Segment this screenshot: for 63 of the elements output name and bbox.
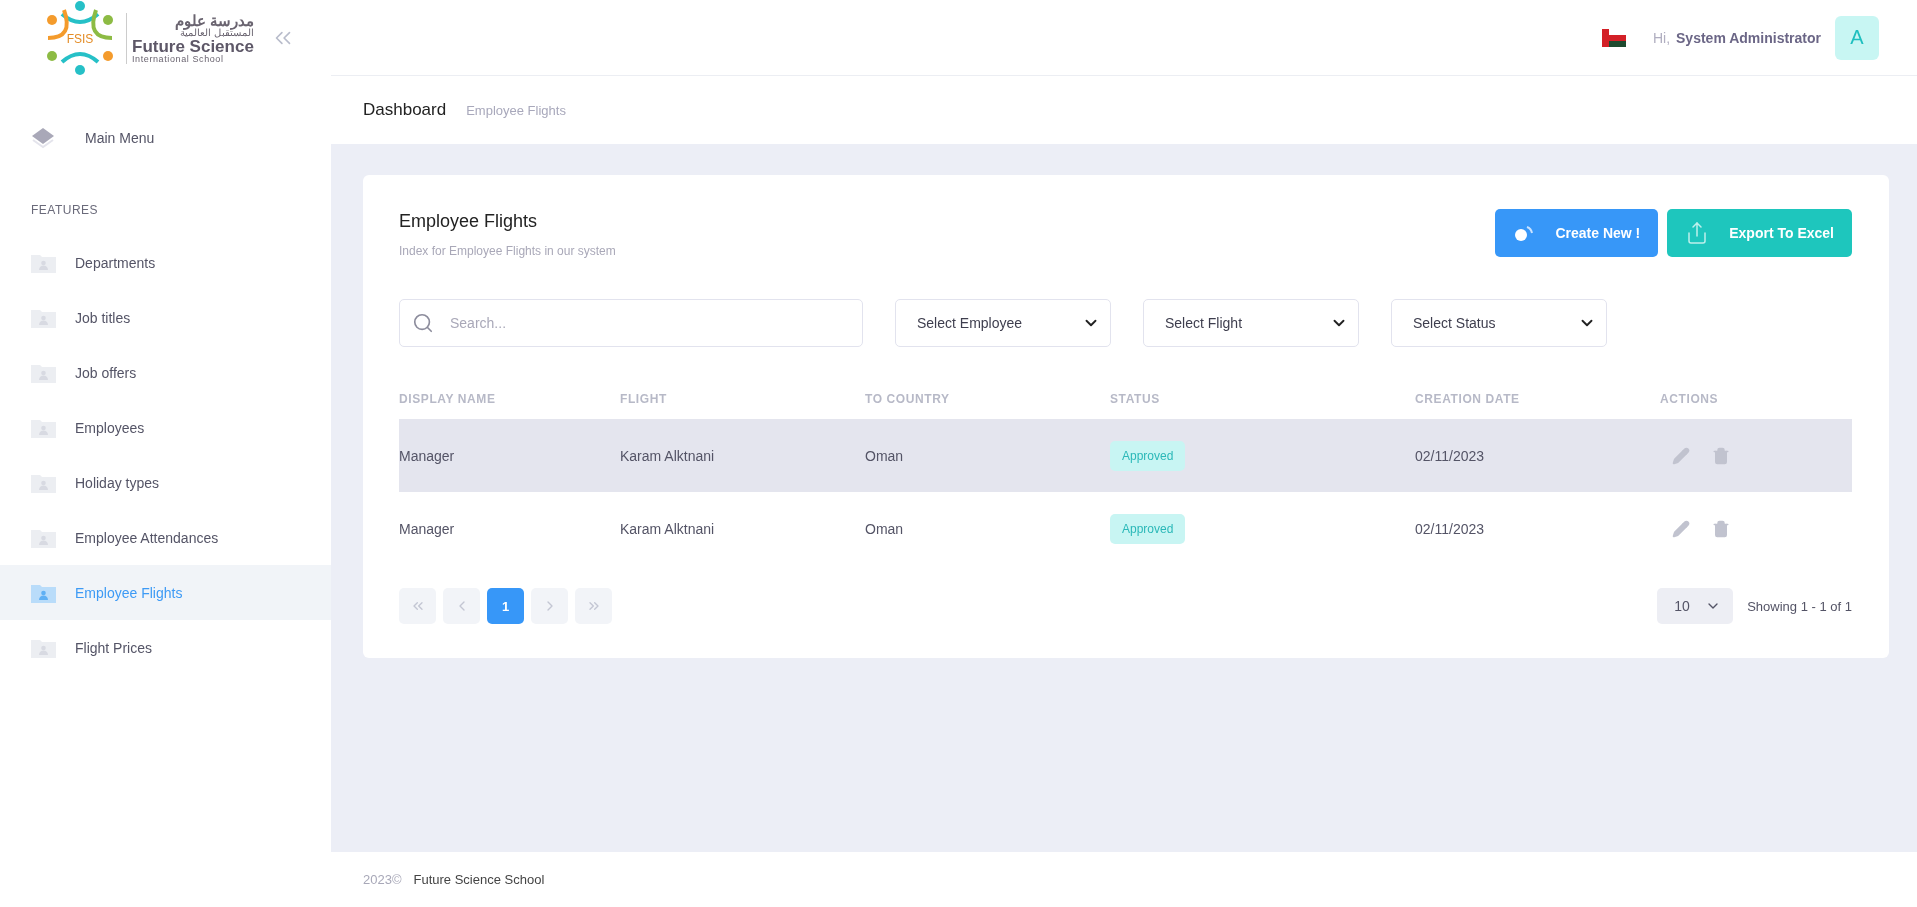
folder-user-icon: [31, 472, 56, 493]
first-page-button[interactable]: [399, 588, 436, 624]
card-subtitle: Index for Employee Flights in our system: [399, 244, 616, 258]
logo-tagline: International School: [132, 54, 225, 64]
status-badge: Approved: [1110, 513, 1186, 544]
section-heading: FEATURES: [30, 202, 100, 219]
sidebar-item[interactable]: Job titles: [0, 290, 331, 345]
column-header: FLIGHT: [620, 392, 667, 406]
filter-dropdown[interactable]: Select Status: [1391, 299, 1607, 347]
logo-drawing: FSIS: [40, 0, 120, 76]
card-title: Employee Flights: [399, 211, 539, 232]
filter-dropdown[interactable]: Select Flight: [1143, 299, 1359, 347]
table-cell: 02/11/2023: [1415, 520, 1485, 537]
sidebar-item[interactable]: Employees: [0, 400, 331, 455]
column-header: CREATION DATE: [1415, 392, 1520, 406]
delete-button[interactable]: [1712, 519, 1730, 538]
folder-user-icon: [31, 637, 56, 658]
table-cell: Karam Alktnani: [620, 520, 715, 537]
delete-button[interactable]: [1712, 446, 1730, 465]
table-cell: 02/11/2023: [1415, 447, 1485, 464]
page-size-dropdown[interactable]: 10: [1657, 588, 1734, 624]
copyright-year: 2023©: [363, 872, 402, 887]
user-name: System Administrator: [1676, 29, 1821, 46]
column-header: DISPLAY NAME: [399, 392, 496, 406]
folder-user-icon: [31, 527, 56, 548]
search-icon: [412, 312, 434, 334]
previous-page-button[interactable]: [443, 588, 480, 624]
folder-user-icon: [31, 417, 56, 438]
folder-user-icon: [31, 582, 56, 603]
edit-button[interactable]: [1672, 446, 1690, 465]
logo-arabic-title: مدرسة علوم: [173, 12, 254, 28]
column-header: STATUS: [1110, 392, 1160, 406]
folder-user-icon: [31, 252, 56, 273]
table-cell: Karam Alktnani: [620, 447, 715, 464]
logo-arabic-subtitle: المستقبل العالمية: [180, 27, 254, 38]
last-page-button[interactable]: [575, 588, 612, 624]
pagination-summary: Showing 1 - 1 of 1: [1747, 598, 1852, 614]
column-header: TO COUNTRY: [865, 392, 950, 406]
flag-icon: [1601, 28, 1626, 47]
footer-link[interactable]: Future Science School: [413, 872, 545, 887]
layers-icon: [31, 127, 55, 149]
sidebar-item[interactable]: Employee Attendances: [0, 510, 331, 565]
sidebar-item[interactable]: Job offers: [0, 345, 331, 400]
column-header: ACTIONS: [1660, 392, 1719, 406]
table-cell: Oman: [865, 520, 904, 537]
table-row[interactable]: Manager Karam Alktnani Oman Approved 02/11/2023: [399, 419, 1852, 492]
page-title: Dashboard: [363, 100, 447, 120]
table-cell: Manager: [399, 447, 455, 464]
next-page-button[interactable]: [531, 588, 568, 624]
sidebar-item[interactable]: Departments: [0, 235, 331, 290]
greeting-text: Hi,: [1652, 29, 1671, 46]
sidebar-item[interactable]: Holiday types: [0, 455, 331, 510]
main-menu-item[interactable]: Main Menu: [0, 107, 331, 169]
folder-user-icon: [31, 362, 56, 383]
logo-name: Future Science: [132, 37, 254, 55]
folder-user-icon: [31, 307, 56, 328]
sidebar-item[interactable]: Flight Prices: [0, 620, 331, 675]
status-badge: Approved: [1110, 440, 1186, 471]
search-field[interactable]: Search...: [399, 299, 863, 347]
edit-button[interactable]: [1672, 519, 1690, 538]
table-cell: Oman: [865, 447, 904, 464]
filter-dropdown[interactable]: Select Employee: [895, 299, 1111, 347]
table-cell: Manager: [399, 520, 455, 537]
